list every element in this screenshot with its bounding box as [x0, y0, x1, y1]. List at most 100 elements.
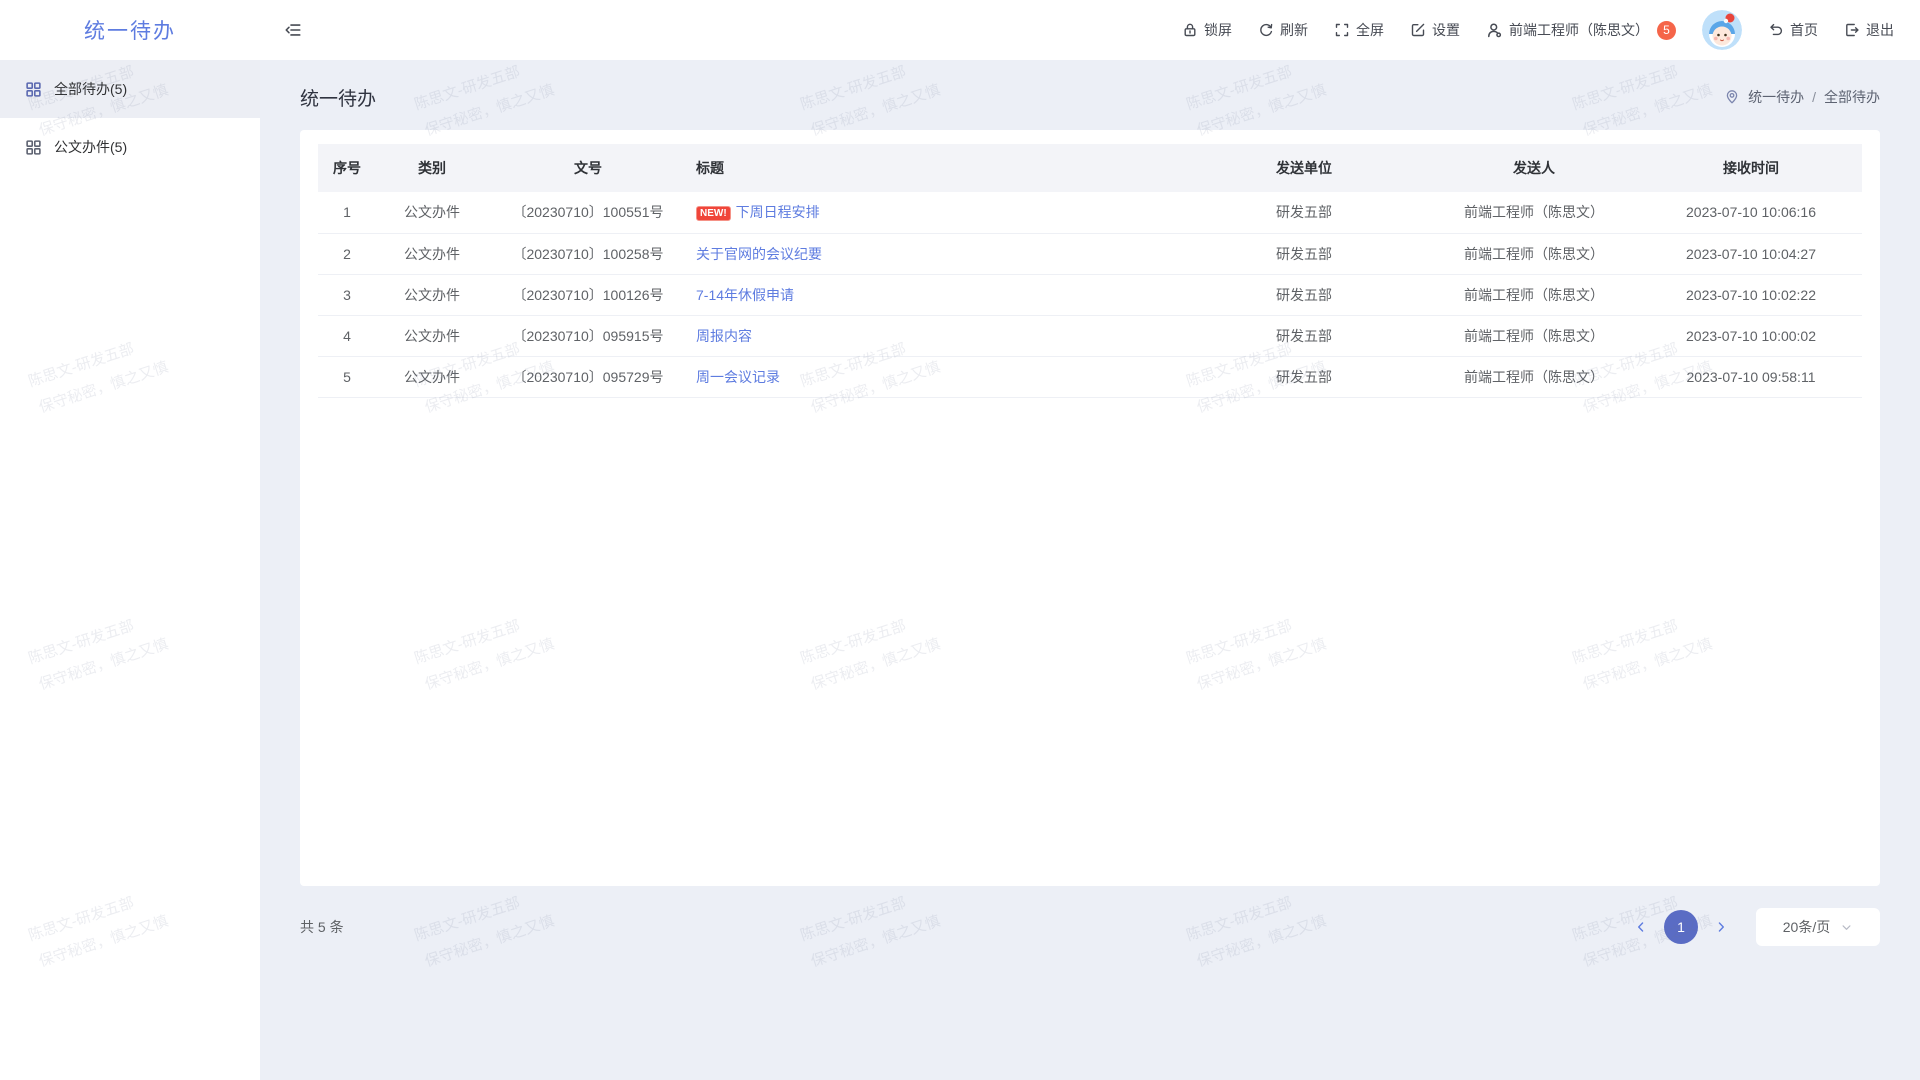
page-title: 统一待办 — [300, 84, 376, 111]
cell-seq: 4 — [318, 315, 376, 356]
cell-seq: 1 — [318, 192, 376, 233]
home-button[interactable]: 首页 — [1768, 20, 1818, 40]
cell-time: 2023-07-10 10:00:02 — [1640, 315, 1862, 356]
table-body: 1 公文办件 〔20230710〕100551号 NEW!下周日程安排 研发五部… — [318, 192, 1862, 397]
avatar-image — [1702, 10, 1742, 50]
table-header: 序号 类别 文号 标题 发送单位 发送人 接收时间 — [318, 144, 1862, 192]
page-size-value: 20条/页 — [1783, 917, 1830, 937]
table-row: 2 公文办件 〔20230710〕100258号 关于官网的会议纪要 研发五部 … — [318, 233, 1862, 274]
cell-time: 2023-07-10 09:58:11 — [1640, 356, 1862, 397]
cell-doc-no: 〔20230710〕100126号 — [488, 274, 688, 315]
location-pin-icon — [1724, 89, 1740, 105]
doc-title-link[interactable]: 周一会议记录 — [696, 369, 780, 385]
app-logo-text: 统一待办 — [84, 15, 176, 45]
cell-sender: 前端工程师（陈思文） — [1428, 274, 1640, 315]
breadcrumb: 统一待办 / 全部待办 — [1724, 87, 1880, 107]
next-page-button[interactable] — [1708, 910, 1734, 944]
cell-category: 公文办件 — [376, 233, 488, 274]
sidebar: 统一待办 全部待办(5) 公文办件(5) — [0, 0, 260, 1080]
cell-doc-no: 〔20230710〕095915号 — [488, 315, 688, 356]
breadcrumb-root[interactable]: 统一待办 — [1748, 87, 1804, 107]
pagination-bar: 共 5 条 1 20条/页 — [300, 908, 1880, 946]
sidebar-collapse-button[interactable] — [284, 21, 302, 39]
lock-screen-button[interactable]: 锁屏 — [1182, 20, 1232, 40]
cell-doc-no: 〔20230710〕100258号 — [488, 233, 688, 274]
col-header-unit: 发送单位 — [1180, 144, 1428, 192]
logout-icon — [1844, 22, 1860, 38]
app-root: 统一待办 全部待办(5) 公文办件(5) — [0, 0, 1920, 1080]
home-label: 首页 — [1790, 20, 1818, 40]
collapse-menu-icon — [284, 21, 302, 39]
refresh-icon — [1258, 22, 1274, 38]
page-head: 统一待办 统一待办 / 全部待办 — [300, 76, 1880, 118]
table-row: 5 公文办件 〔20230710〕095729号 周一会议记录 研发五部 前端工… — [318, 356, 1862, 397]
doc-title-link[interactable]: 下周日程安排 — [736, 204, 820, 220]
user-icon — [1486, 22, 1503, 39]
todo-table-card: 序号 类别 文号 标题 发送单位 发送人 接收时间 1 公文办件 〔202307… — [300, 130, 1880, 886]
page-number-button[interactable]: 1 — [1664, 910, 1698, 944]
settings-label: 设置 — [1432, 20, 1460, 40]
cell-unit: 研发五部 — [1180, 356, 1428, 397]
doc-title-link[interactable]: 7-14年休假申请 — [696, 287, 794, 303]
chevron-left-icon — [1634, 920, 1648, 934]
page-size-select[interactable]: 20条/页 — [1756, 908, 1880, 946]
breadcrumb-separator: / — [1812, 89, 1816, 105]
cell-title: 7-14年休假申请 — [688, 274, 1180, 315]
grid-icon — [25, 139, 42, 156]
cell-sender: 前端工程师（陈思文） — [1428, 233, 1640, 274]
cell-seq: 2 — [318, 233, 376, 274]
avatar[interactable] — [1702, 10, 1742, 50]
chevron-down-icon — [1840, 921, 1853, 934]
cell-title: 周一会议记录 — [688, 356, 1180, 397]
sidebar-item-label: 公文办件(5) — [54, 137, 127, 157]
pager: 1 20条/页 — [1628, 908, 1880, 946]
breadcrumb-current: 全部待办 — [1824, 87, 1880, 107]
user-menu[interactable]: 前端工程师（陈思文） 5 — [1486, 20, 1676, 40]
col-header-title: 标题 — [688, 144, 1180, 192]
cell-category: 公文办件 — [376, 356, 488, 397]
sidebar-item-doc-todo[interactable]: 公文办件(5) — [0, 118, 260, 176]
cell-sender: 前端工程师（陈思文） — [1428, 192, 1640, 233]
table-row: 1 公文办件 〔20230710〕100551号 NEW!下周日程安排 研发五部… — [318, 192, 1862, 233]
refresh-label: 刷新 — [1280, 20, 1308, 40]
fullscreen-label: 全屏 — [1356, 20, 1384, 40]
grid-icon — [25, 81, 42, 98]
sidebar-item-all-todo[interactable]: 全部待办(5) — [0, 60, 260, 118]
return-home-icon — [1768, 22, 1784, 38]
total-count-label: 共 5 条 — [300, 917, 344, 937]
cell-category: 公文办件 — [376, 192, 488, 233]
cell-unit: 研发五部 — [1180, 315, 1428, 356]
logout-button[interactable]: 退出 — [1844, 20, 1894, 40]
cell-doc-no: 〔20230710〕095729号 — [488, 356, 688, 397]
fullscreen-button[interactable]: 全屏 — [1334, 20, 1384, 40]
cell-unit: 研发五部 — [1180, 192, 1428, 233]
user-name-label: 前端工程师（陈思文） — [1509, 20, 1649, 40]
cell-doc-no: 〔20230710〕100551号 — [488, 192, 688, 233]
lock-screen-label: 锁屏 — [1204, 20, 1232, 40]
cell-time: 2023-07-10 10:02:22 — [1640, 274, 1862, 315]
col-header-doc-no: 文号 — [488, 144, 688, 192]
chevron-right-icon — [1714, 920, 1728, 934]
prev-page-button[interactable] — [1628, 910, 1654, 944]
content-area: 统一待办 统一待办 / 全部待办 — [260, 60, 1920, 1080]
cell-time: 2023-07-10 10:04:27 — [1640, 233, 1862, 274]
table-row: 4 公文办件 〔20230710〕095915号 周报内容 研发五部 前端工程师… — [318, 315, 1862, 356]
app-logo: 统一待办 — [0, 0, 260, 60]
col-header-category: 类别 — [376, 144, 488, 192]
cell-unit: 研发五部 — [1180, 233, 1428, 274]
col-header-seq: 序号 — [318, 144, 376, 192]
refresh-button[interactable]: 刷新 — [1258, 20, 1308, 40]
sidebar-item-label: 全部待办(5) — [54, 79, 127, 99]
settings-button[interactable]: 设置 — [1410, 20, 1460, 40]
col-header-time: 接收时间 — [1640, 144, 1862, 192]
cell-category: 公文办件 — [376, 274, 488, 315]
fullscreen-icon — [1334, 22, 1350, 38]
cell-sender: 前端工程师（陈思文） — [1428, 356, 1640, 397]
cell-title: 关于官网的会议纪要 — [688, 233, 1180, 274]
doc-title-link[interactable]: 周报内容 — [696, 328, 752, 344]
doc-title-link[interactable]: 关于官网的会议纪要 — [696, 246, 822, 262]
cell-seq: 3 — [318, 274, 376, 315]
cell-seq: 5 — [318, 356, 376, 397]
lock-icon — [1182, 22, 1198, 38]
cell-sender: 前端工程师（陈思文） — [1428, 315, 1640, 356]
